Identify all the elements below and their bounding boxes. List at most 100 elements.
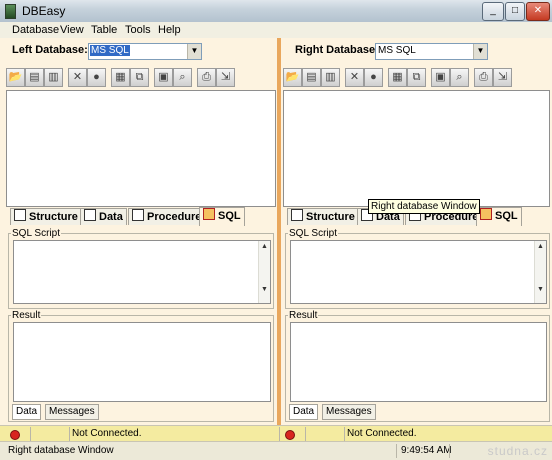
- copy-icon[interactable]: ⧉: [407, 68, 426, 87]
- right-db-select[interactable]: MS SQL ▼: [375, 43, 488, 60]
- procedure-icon: [132, 209, 144, 221]
- maximize-button[interactable]: □: [505, 2, 525, 21]
- table-icon[interactable]: ▦: [111, 68, 130, 87]
- tab-structure[interactable]: Structure: [10, 208, 82, 225]
- status-message: Right database Window: [8, 445, 114, 456]
- tab-data-result[interactable]: Data: [289, 404, 319, 420]
- open-icon[interactable]: 📂: [6, 68, 25, 87]
- sql-icon: [480, 208, 492, 220]
- left-result-group: Result Data Messages: [8, 310, 274, 422]
- close-button[interactable]: ✕: [526, 2, 550, 21]
- left-toolbar: 📂 ▤ ▥ ✕ ● ▦ ⧉ ▣ ⌕ ⎙ ⇲: [6, 68, 271, 88]
- disconnect-icon[interactable]: ▥: [321, 68, 340, 87]
- right-pane: Right Database: MS SQL ▼ 📂 ▤ ▥ ✕ ● ▦ ⧉ ▣…: [281, 38, 552, 425]
- tab-label: SQL: [218, 210, 241, 222]
- right-connection-status: Not Connected.: [347, 428, 417, 439]
- menu-help[interactable]: Help: [158, 24, 181, 36]
- tab-data[interactable]: Data: [80, 208, 127, 225]
- divider: [279, 427, 280, 441]
- title-bar: DBEasy _ □ ✕: [0, 0, 552, 23]
- tab-messages[interactable]: Messages: [322, 404, 376, 420]
- minimize-button[interactable]: _: [482, 2, 504, 21]
- right-tree-view[interactable]: [283, 90, 550, 207]
- tooltip: Right database Window: [368, 199, 480, 214]
- watermark: studna.cz: [487, 444, 548, 458]
- export-icon[interactable]: ⇲: [493, 68, 512, 87]
- menu-table[interactable]: Table: [91, 24, 117, 36]
- export-icon[interactable]: ⇲: [216, 68, 235, 87]
- delete-icon[interactable]: ✕: [345, 68, 364, 87]
- structure-icon: [14, 209, 26, 221]
- preview-icon[interactable]: ▣: [431, 68, 450, 87]
- find-icon[interactable]: ⌕: [450, 68, 469, 87]
- divider: [449, 444, 450, 458]
- scrollbar[interactable]: ▲ ▼: [534, 241, 546, 303]
- left-result-view[interactable]: [13, 322, 271, 402]
- left-sql-editor[interactable]: ▲ ▼: [13, 240, 271, 304]
- left-pane: Left Database: MS SQL ▼ 📂 ▤ ▥ ✕ ● ▦ ⧉ ▣ …: [0, 38, 277, 425]
- divider: [69, 427, 70, 441]
- right-result-view[interactable]: [290, 322, 547, 402]
- right-toolbar: 📂 ▤ ▥ ✕ ● ▦ ⧉ ▣ ⌕ ⎙ ⇲: [283, 68, 548, 88]
- stop-icon[interactable]: ●: [364, 68, 383, 87]
- tab-label: Structure: [29, 211, 78, 223]
- tab-data-result[interactable]: Data: [12, 404, 42, 420]
- disconnect-icon[interactable]: ▥: [44, 68, 63, 87]
- print-icon[interactable]: ⎙: [197, 68, 216, 87]
- stop-icon[interactable]: ●: [87, 68, 106, 87]
- menu-database[interactable]: Database: [12, 24, 59, 36]
- print-icon[interactable]: ⎙: [474, 68, 493, 87]
- tab-label: Procedure: [147, 211, 202, 223]
- tab-sql[interactable]: SQL: [199, 207, 245, 226]
- app-icon: [5, 4, 16, 19]
- sql-icon: [203, 208, 215, 220]
- right-db-value: MS SQL: [378, 45, 416, 56]
- tab-structure[interactable]: Structure: [287, 208, 359, 225]
- structure-icon: [291, 209, 303, 221]
- status-time: 9:49:54 AM: [401, 445, 452, 456]
- tab-label: Data: [99, 211, 123, 223]
- chevron-down-icon[interactable]: ▼: [473, 44, 487, 59]
- left-connection-status: Not Connected.: [72, 428, 142, 439]
- divider: [344, 427, 345, 441]
- right-sql-editor[interactable]: ▲ ▼: [290, 240, 547, 304]
- tab-label: Structure: [306, 211, 355, 223]
- left-sql-script-group: SQL Script ▲ ▼: [8, 228, 274, 309]
- right-result-group: Result Data Messages: [285, 310, 550, 422]
- connection-status-bar: Not Connected. Not Connected.: [0, 425, 552, 442]
- left-bottom-tabs: Data Messages: [12, 404, 132, 420]
- right-db-label: Right Database:: [295, 44, 379, 56]
- left-db-value: MS SQL: [90, 45, 130, 56]
- connect-icon[interactable]: ▤: [25, 68, 44, 87]
- menu-bar: Database View Table Tools Help: [0, 22, 552, 39]
- tab-label: SQL: [495, 210, 518, 222]
- tab-messages[interactable]: Messages: [45, 404, 99, 420]
- left-tree-view[interactable]: [6, 90, 276, 207]
- tab-sql[interactable]: SQL: [476, 207, 522, 226]
- table-icon[interactable]: ▦: [388, 68, 407, 87]
- menu-view[interactable]: View: [60, 24, 84, 36]
- chevron-down-icon[interactable]: ▼: [187, 44, 201, 59]
- divider: [396, 444, 397, 458]
- menu-tools[interactable]: Tools: [125, 24, 151, 36]
- right-sql-script-group: SQL Script ▲ ▼: [285, 228, 550, 309]
- right-bottom-tabs: Data Messages: [289, 404, 409, 420]
- left-db-label: Left Database:: [12, 44, 88, 56]
- left-status-led-icon: [10, 430, 20, 440]
- result-label: Result: [11, 310, 42, 321]
- window-title: DBEasy: [22, 4, 66, 18]
- copy-icon[interactable]: ⧉: [130, 68, 149, 87]
- divider: [305, 427, 306, 441]
- tab-procedure[interactable]: Procedure: [128, 208, 206, 225]
- delete-icon[interactable]: ✕: [68, 68, 87, 87]
- sql-script-label: SQL Script: [11, 228, 61, 239]
- preview-icon[interactable]: ▣: [154, 68, 173, 87]
- scrollbar[interactable]: ▲ ▼: [258, 241, 270, 303]
- result-label: Result: [288, 310, 319, 321]
- find-icon[interactable]: ⌕: [173, 68, 192, 87]
- connect-icon[interactable]: ▤: [302, 68, 321, 87]
- open-icon[interactable]: 📂: [283, 68, 302, 87]
- sql-script-label: SQL Script: [288, 228, 338, 239]
- data-grid-icon: [84, 209, 96, 221]
- left-db-select[interactable]: MS SQL ▼: [88, 43, 202, 60]
